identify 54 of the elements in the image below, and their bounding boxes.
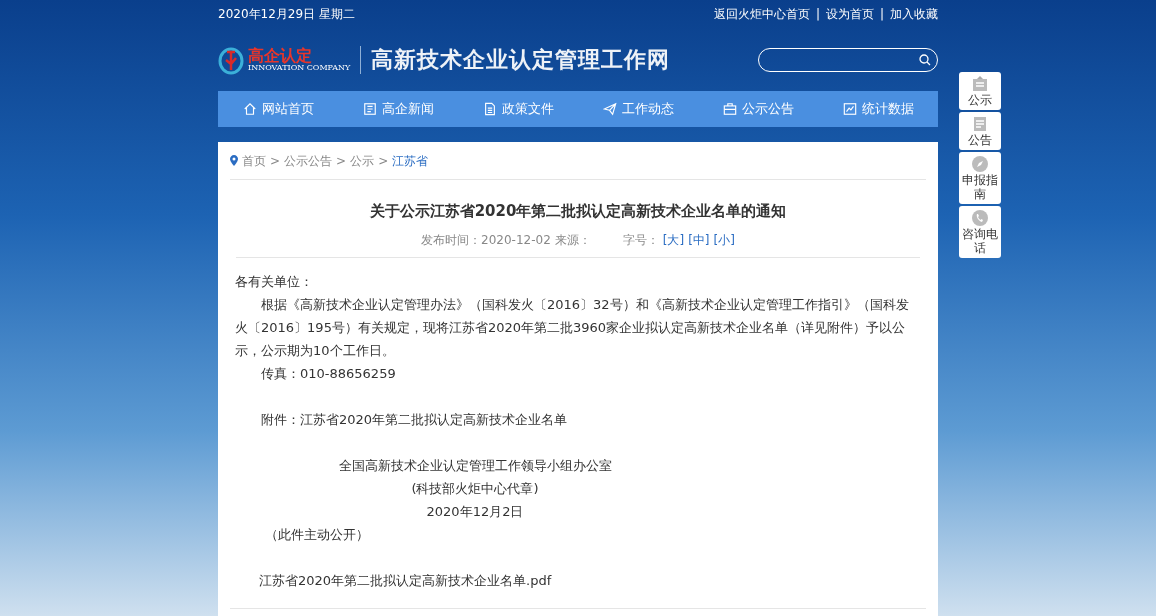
breadcrumb-link[interactable]: 江苏省 (392, 151, 429, 170)
article-title: 关于公示江苏省2020年第二批拟认定高新技术企业名单的通知 (368, 201, 788, 222)
board-icon (971, 75, 989, 93)
breadcrumb-link[interactable]: 公示 (350, 151, 375, 170)
greeting-text: 各有关单位： (235, 272, 314, 291)
font-size-link[interactable]: [中] (688, 230, 710, 249)
document-icon (362, 102, 377, 116)
top-link[interactable]: 加入收藏 (890, 5, 938, 23)
signature-line: 2020年12月2日 (426, 502, 524, 521)
source-label: 来源： (554, 231, 591, 249)
nav-link[interactable]: 统计数据 (861, 99, 914, 119)
home-icon (242, 102, 257, 116)
compass-icon (971, 155, 989, 173)
breadcrumb-link[interactable]: 公示公告 (284, 151, 333, 170)
location-pin-icon (230, 155, 238, 166)
nav-link[interactable]: 高企新闻 (381, 99, 434, 119)
attachment-note: 附件：江苏省2020年第二批拟认定高新技术企业名单 (260, 410, 569, 429)
nav-link[interactable]: 政策文件 (501, 99, 554, 119)
body-paragraph: 根据《高新技术企业认定管理办法》（国科发火〔2016〕32号）和《高新技术企业认定管理工作指引》（国科发火〔2016〕195号）有关规定，现将江苏省2020年第二批3960家企业拟认定高新技术企业名单（详见附件）予以公示，公示期为10个工作日。 (235, 295, 910, 360)
breadcrumb-separator: > (270, 152, 281, 170)
side-button[interactable]: 公示 (959, 72, 1001, 110)
briefcase-icon (722, 102, 737, 116)
date-text: 2020年12月29日 星期二 (218, 6, 355, 23)
file-icon (482, 102, 497, 116)
attachment-link[interactable]: 江苏省2020年第二批拟认定高新技术企业名单.pdf (235, 568, 552, 592)
separator-text: | (879, 6, 884, 23)
breadcrumb-separator: > (378, 152, 389, 170)
logo-text: 高企认定 (248, 47, 313, 64)
side-button[interactable]: 公告 (959, 112, 1001, 150)
nav-link[interactable]: 网站首页 (261, 99, 314, 119)
side-button[interactable]: 申报指南 (959, 152, 1001, 204)
font-size-link[interactable]: [大] (662, 230, 685, 249)
notepad-icon (971, 115, 989, 133)
publish-date: 发布时间：2020-12-02 (421, 231, 551, 249)
phone-icon (971, 209, 989, 227)
font-size-link[interactable]: [小] (713, 230, 735, 249)
top-link[interactable]: 返回火炬中心首页 (713, 5, 810, 23)
separator-text: | (815, 6, 820, 23)
signature-line: (科技部火炬中心代章) (411, 479, 539, 498)
breadcrumb-link[interactable]: 首页 (242, 151, 266, 170)
top-link[interactable]: 设为首页 (825, 5, 874, 23)
font-size-label: 字号： (622, 231, 659, 249)
chart-icon (842, 102, 857, 116)
search-icon[interactable] (919, 53, 931, 66)
nav-link[interactable]: 公示公告 (741, 99, 794, 119)
side-button[interactable]: 咨询电话 (959, 206, 1001, 258)
logo-subtext: INNOVATION COMPANY (248, 63, 351, 72)
nav-link[interactable]: 工作动态 (621, 99, 674, 119)
fax-text: 传真：010-88656259 (260, 364, 397, 383)
signature-line: 全国高新技术企业认定管理工作领导小组办公室 (338, 456, 612, 475)
breadcrumb-separator: > (336, 152, 347, 170)
public-note: （此件主动公开） (264, 525, 370, 544)
site-title: 高新技术企业认定管理工作网 (371, 45, 671, 74)
paper-plane-icon (602, 102, 617, 116)
